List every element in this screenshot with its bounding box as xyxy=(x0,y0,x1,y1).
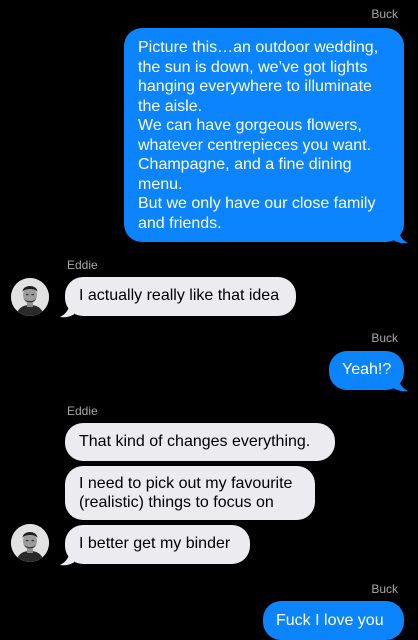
outgoing-bubble-tail xyxy=(394,374,408,392)
person-avatar-icon xyxy=(11,278,49,316)
incoming-message-bubble[interactable]: I better get my binder xyxy=(65,525,250,564)
outgoing-message-bubble[interactable]: Picture this…an outdoor wedding, the sun… xyxy=(124,28,404,242)
message-line: the aisle. xyxy=(138,97,203,115)
incoming-message-bubble[interactable]: I actually really like that idea xyxy=(65,277,296,316)
message-line: Picture this…an outdoor wedding, xyxy=(138,39,379,56)
message-line: hanging everywhere to illuminate xyxy=(138,78,372,95)
message-line: menu. xyxy=(138,175,183,193)
incoming-message-bubble[interactable]: I need to pick out my favourite (realist… xyxy=(65,466,315,520)
outgoing-message-bubble[interactable]: Yeah!? xyxy=(329,351,404,390)
sender-name-buck: Buck xyxy=(371,7,398,21)
message-line: That kind of changes everything. xyxy=(79,433,311,450)
sender-name-eddie: Eddie xyxy=(67,404,98,418)
incoming-message-bubble[interactable]: That kind of changes everything. xyxy=(65,423,335,461)
eddie-avatar[interactable] xyxy=(11,278,49,316)
person-avatar-icon xyxy=(11,524,49,562)
message-line: But we only have our close family xyxy=(138,195,376,212)
sender-name-eddie: Eddie xyxy=(67,258,98,272)
message-line: Yeah!? xyxy=(342,361,392,378)
message-line: I better get my binder xyxy=(79,535,231,552)
message-line: Fuck I love you xyxy=(276,612,384,629)
message-line: the sun is down, we’ve got lights xyxy=(138,58,368,76)
message-line: Champagne, and a fine dining xyxy=(138,156,352,173)
outgoing-message-bubble[interactable]: Fuck I love you xyxy=(263,601,404,640)
incoming-bubble-tail xyxy=(60,300,74,318)
message-line: I actually really like that idea xyxy=(79,287,280,304)
message-line: (realistic) things to focus on xyxy=(79,494,274,511)
message-line: and friends. xyxy=(138,214,222,232)
message-line: We can have gorgeous flowers, xyxy=(138,117,362,134)
message-line: I need to pick out my favourite xyxy=(79,475,293,492)
sender-name-buck: Buck xyxy=(371,582,398,596)
eddie-avatar[interactable] xyxy=(11,524,49,562)
message-line: whatever centrepieces you want. xyxy=(138,136,372,154)
incoming-bubble-tail xyxy=(60,548,74,566)
sender-name-buck: Buck xyxy=(371,331,398,345)
outgoing-bubble-tail xyxy=(394,226,408,244)
